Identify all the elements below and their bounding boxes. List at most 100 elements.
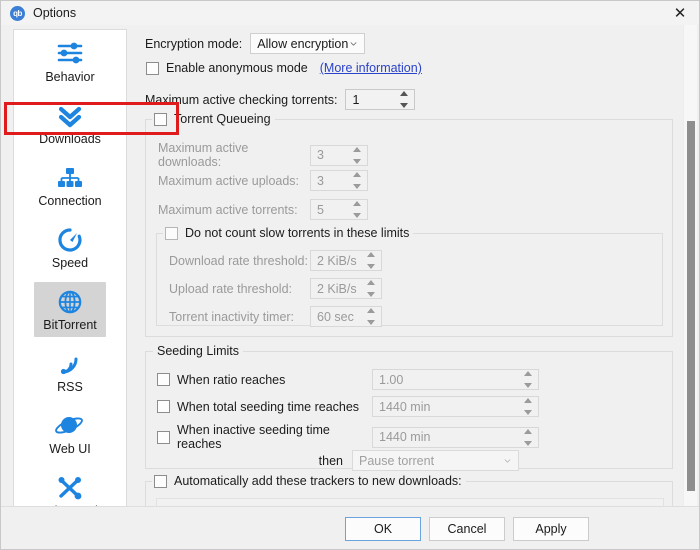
- bittorrent-settings-panel: Encryption mode: Allow encryption Enable…: [135, 25, 699, 530]
- title-bar: qb Options ✕: [1, 1, 699, 25]
- encryption-mode-row: Encryption mode: Allow encryption: [145, 33, 366, 54]
- stepper-down-icon[interactable]: [524, 410, 532, 415]
- stepper-down-icon: [367, 264, 375, 269]
- enable-anonymous-mode-checkbox[interactable]: [146, 61, 159, 75]
- settings-scroll-area: Encryption mode: Allow encryption Enable…: [135, 25, 682, 530]
- sidebar-item-label: BitTorrent: [43, 318, 97, 332]
- speedometer-icon: [53, 225, 87, 255]
- close-icon[interactable]: ✕: [659, 1, 699, 25]
- auto-add-trackers-checkbox[interactable]: [154, 474, 167, 488]
- options-window: qb Options ✕ Behavior Downloads Connecti…: [0, 0, 700, 550]
- stepper-buttons[interactable]: [520, 428, 536, 446]
- do-not-count-slow-torrents-checkbox[interactable]: [165, 226, 178, 240]
- torrent-inactivity-timer-label: Torrent inactivity timer:: [169, 309, 295, 324]
- sidebar-item-speed[interactable]: Speed: [14, 216, 126, 278]
- sidebar-item-bittorrent[interactable]: BitTorrent: [14, 278, 126, 340]
- max-active-uploads-row: Maximum active uploads: 3: [158, 170, 368, 191]
- max-checking-torrents-value: 1: [352, 92, 360, 107]
- then-label: then: [318, 453, 343, 468]
- max-active-downloads-label: Maximum active downloads:: [158, 141, 249, 169]
- stepper-down-icon[interactable]: [400, 103, 409, 108]
- stepper-up-icon[interactable]: [524, 428, 532, 434]
- stepper-down-icon[interactable]: [524, 440, 532, 446]
- stepper-buttons[interactable]: [396, 91, 412, 108]
- when-inactive-seeding-time-label: When inactive seeding time reaches: [177, 423, 330, 451]
- stepper-up-icon[interactable]: [400, 91, 409, 96]
- auto-add-trackers-label: Automatically add these trackers to new …: [174, 474, 462, 488]
- ok-button[interactable]: OK: [345, 517, 421, 541]
- vertical-scrollbar[interactable]: [683, 25, 697, 530]
- stepper-buttons: [363, 280, 379, 297]
- sidebar-item-behavior[interactable]: Behavior: [14, 30, 126, 92]
- max-active-downloads-value: 3: [317, 148, 324, 162]
- enable-anonymous-mode-label: Enable anonymous mode: [166, 61, 308, 75]
- planet-icon: [53, 411, 87, 441]
- sidebar-item-label: Speed: [51, 256, 89, 270]
- when-total-seeding-time-label: When total seeding time reaches: [177, 399, 360, 414]
- encryption-mode-select[interactable]: Allow encryption: [250, 33, 366, 54]
- cancel-button[interactable]: Cancel: [429, 517, 505, 541]
- encryption-mode-value: Allow encryption: [257, 36, 349, 51]
- stepper-down-icon: [367, 320, 375, 325]
- stepper-up-icon: [367, 280, 375, 285]
- when-inactive-seeding-time-checkbox[interactable]: [157, 430, 170, 444]
- when-total-seeding-time-checkbox[interactable]: [157, 400, 170, 413]
- max-active-torrents-value: 5: [317, 202, 324, 217]
- when-total-seeding-time-row: When total seeding time reaches 1440 min: [157, 396, 539, 417]
- upload-rate-threshold-stepper: 2 KiB/s: [310, 278, 382, 299]
- stepper-buttons[interactable]: [520, 398, 536, 415]
- stepper-buttons: [349, 172, 365, 189]
- sidebar-item-connection[interactable]: Connection: [14, 154, 126, 216]
- sidebar-item-label: Web UI: [49, 442, 91, 456]
- when-ratio-reaches-checkbox[interactable]: [157, 373, 170, 386]
- max-active-uploads-stepper: 3: [310, 170, 368, 191]
- max-active-torrents-row: Maximum active torrents: 5: [158, 199, 368, 220]
- max-active-torrents-label: Maximum active torrents:: [158, 202, 298, 217]
- sidebar-item-rss[interactable]: RSS: [14, 340, 126, 402]
- max-checking-torrents-label: Maximum active checking torrents:: [145, 92, 338, 107]
- stepper-down-icon[interactable]: [524, 383, 532, 388]
- torrent-inactivity-timer-value: 60 sec: [317, 309, 354, 324]
- stepper-buttons: [363, 252, 379, 269]
- slow-torrents-group: Do not count slow torrents in these limi…: [156, 226, 663, 327]
- stepper-up-icon[interactable]: [524, 371, 532, 376]
- download-rate-threshold-label: Download rate threshold:: [169, 253, 308, 268]
- apply-button[interactable]: Apply: [513, 517, 589, 541]
- stepper-buttons[interactable]: [520, 371, 536, 388]
- upload-rate-threshold-row: Upload rate threshold: 2 KiB/s: [169, 278, 382, 299]
- when-inactive-seeding-time-row: When inactive seeding time reaches 1440 …: [157, 423, 539, 451]
- inactive-seeding-time-stepper[interactable]: 1440 min: [372, 426, 539, 448]
- upload-rate-threshold-label: Upload rate threshold:: [169, 281, 292, 296]
- torrent-queueing-checkbox[interactable]: [154, 112, 167, 126]
- download-rate-threshold-stepper: 2 KiB/s: [310, 250, 382, 271]
- torrent-inactivity-timer-row: Torrent inactivity timer: 60 sec: [169, 306, 382, 327]
- max-active-torrents-stepper: 5: [310, 199, 368, 220]
- auto-trackers-title: Automatically add these trackers to new …: [152, 474, 466, 488]
- ratio-limit-stepper[interactable]: 1.00: [372, 369, 539, 390]
- torrent-inactivity-timer-stepper: 60 sec: [310, 306, 382, 327]
- max-active-downloads-row: Maximum active downloads: 3: [158, 141, 368, 169]
- inactive-seeding-time-value: 1440 min: [379, 430, 431, 444]
- total-seeding-time-stepper[interactable]: 1440 min: [372, 396, 539, 417]
- stepper-up-icon[interactable]: [524, 398, 532, 403]
- window-body: Behavior Downloads Connection Speed BitT…: [1, 25, 699, 530]
- globe-icon: [53, 287, 87, 317]
- chevron-down-icon: [350, 41, 357, 46]
- sidebar-item-label: Downloads: [39, 132, 101, 146]
- seeding-limits-group: Seeding Limits When ratio reaches 1.00 W…: [145, 344, 673, 471]
- scrollbar-thumb[interactable]: [687, 121, 695, 491]
- then-action-select[interactable]: Pause torrent: [352, 450, 519, 471]
- max-active-downloads-stepper: 3: [310, 144, 368, 166]
- max-checking-torrents-stepper[interactable]: 1: [345, 89, 416, 110]
- app-logo-icon: qb: [10, 5, 25, 21]
- sidebar-item-downloads[interactable]: Downloads: [14, 92, 126, 154]
- sliders-icon: [53, 39, 87, 69]
- more-information-link[interactable]: (More information): [320, 61, 422, 75]
- chevron-down-icon: [504, 458, 511, 463]
- window-title: Options: [33, 6, 77, 20]
- rss-icon: [53, 349, 87, 379]
- sidebar-item-web-ui[interactable]: Web UI: [14, 402, 126, 464]
- torrent-queueing-group: Torrent Queueing Maximum active download…: [145, 112, 673, 337]
- total-seeding-time-value: 1440 min: [379, 399, 431, 414]
- then-action-value: Pause torrent: [359, 453, 435, 468]
